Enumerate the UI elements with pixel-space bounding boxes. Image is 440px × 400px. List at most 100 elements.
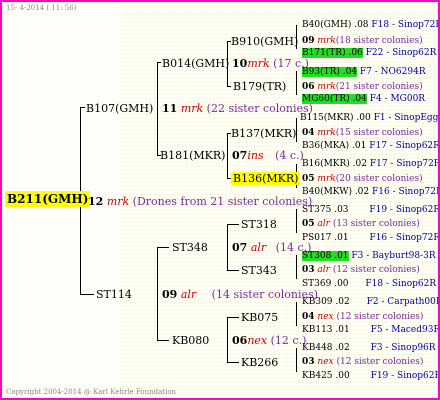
ancestor-name: KB309 .02	[302, 297, 350, 307]
tree-line	[227, 224, 228, 271]
b014-mating: mrk	[247, 57, 270, 70]
ancestor-row[interactable]: PS017 .01 F16 - Sinop72R	[302, 233, 440, 244]
ancestor-name: B40(MKW) .02	[302, 187, 370, 197]
ancestor-name: PS017 .01	[302, 233, 349, 243]
ancestor-row[interactable]: B93(TR) .04 F7 - NO6294R	[302, 67, 426, 78]
ancestor-origin: F18 - Sinop62R	[365, 279, 437, 289]
ancestor-origin: F18 - Sinop72R	[371, 20, 440, 30]
ancestor-name: B115(MKR) .00	[300, 113, 371, 123]
queen-st114[interactable]: ST114	[96, 288, 132, 301]
b137-drone-info: 04 mrk(15 sister colonies)	[302, 128, 423, 139]
st114-mating: alr	[180, 288, 197, 301]
b910-year: 09	[302, 36, 315, 46]
st114-year: 09	[162, 288, 178, 301]
queen-b107[interactable]: B107(GMH)	[86, 102, 153, 115]
tree-line	[227, 362, 239, 363]
b136-drone-info: 05 mrk(20 sister colonies)	[302, 174, 423, 185]
b181-year: 07	[232, 149, 248, 162]
b179-year: 06	[302, 82, 315, 92]
queen-b014[interactable]: B014(GMH)	[162, 57, 229, 70]
st348-mating: alr	[250, 241, 267, 254]
queen-b910[interactable]: B910(GMH)	[231, 35, 298, 48]
queen-b181[interactable]: B181(MKR)	[160, 149, 225, 162]
tree-line	[296, 255, 297, 279]
ancestor-name: ST308 .01	[302, 251, 349, 261]
ancestor-origin: F17 - Sinop62R	[369, 141, 440, 151]
tree-line	[227, 270, 239, 271]
queen-b179[interactable]: B179(TR)	[233, 80, 286, 93]
tree-line	[227, 317, 239, 318]
b014-drone-info: 10mrk (17 c.)	[232, 57, 309, 70]
queen-b136[interactable]: B136(MKR)	[231, 172, 301, 185]
tree-line	[80, 107, 85, 108]
st114-drone-info: 09 alr (14 sister colonies)	[162, 288, 318, 301]
root-queen[interactable]: B211(GMH)	[5, 191, 91, 207]
ancestor-row[interactable]: KB113 .01 F5 - Maced93R	[302, 325, 440, 336]
b136-name: B136(MKR)	[231, 172, 301, 185]
st343-mating: alr	[317, 265, 330, 275]
ancestor-row[interactable]: B115(MKR) .00 F1 - SinopEgg86R	[300, 113, 439, 124]
queen-st348[interactable]: ST348	[172, 241, 208, 254]
st318-sisters: (13 sister colonies)	[332, 219, 420, 229]
b136-mating: mrk	[317, 174, 336, 184]
root-queen-name: B211(GMH)	[5, 191, 91, 207]
tree-line	[296, 71, 297, 95]
ancestor-name: B171(TR) .06	[302, 48, 363, 58]
b137-mating: mrk	[317, 128, 336, 138]
st318-year: 05	[302, 219, 315, 229]
kb075-mating: nex	[317, 312, 334, 322]
ancestor-origin: F16 - Sinop72R	[369, 233, 440, 243]
ancestor-name: ST375 .03	[302, 205, 349, 215]
copyright-footer: Copyright 2004-2014 @ Karl Kehrle Founda…	[6, 388, 177, 396]
kb080-sisters: (12 c.)	[270, 334, 307, 347]
b181-sisters: (4 c.)	[275, 149, 304, 162]
ancestor-origin: F1 - SinopEgg86R	[373, 113, 439, 123]
b107-year: 11	[162, 102, 178, 115]
st318-mating: alr	[317, 219, 330, 229]
ancestor-origin: F19 - Sinop62R	[369, 205, 440, 215]
kb266-sisters: (12 sister colonies)	[336, 357, 424, 367]
b179-drone-info: 06 mrk(21 sister colonies)	[302, 82, 423, 93]
b136-sisters: (20 sister colonies)	[335, 174, 423, 184]
ancestor-row[interactable]: MG60(TR) .04 F4 - MG00R	[302, 94, 425, 105]
pedigree-frame: 15- 4-2014 ( 11: 56) B211(GMH) 12 mrk (D…	[0, 0, 440, 400]
ancestor-row[interactable]: ST369 .00 F18 - Sinop62R	[302, 279, 436, 290]
ancestor-row[interactable]: B36(MKA) .01 F17 - Sinop62R	[302, 141, 440, 152]
st318-drone-info: 05 alr (13 sister colonies)	[302, 219, 420, 230]
ancestor-row[interactable]: KB448 .02 F3 - Sinop96R	[302, 343, 436, 354]
st343-sisters: (12 sister colonies)	[332, 265, 420, 275]
root-mating: mrk	[106, 195, 130, 208]
ancestor-origin: F3 - Bayburt98-3R	[351, 251, 436, 261]
ancestor-name: KB113 .01	[302, 325, 350, 335]
ancestor-name: B36(MKA) .01	[302, 141, 367, 151]
tree-line	[296, 302, 297, 326]
queen-st343[interactable]: ST343	[241, 264, 277, 277]
kb266-year: 03	[302, 357, 315, 367]
kb080-year: 06	[232, 334, 248, 347]
st348-drone-info: 07 alr (14 c.)	[232, 241, 311, 254]
ancestor-row[interactable]: ST375 .03 F19 - Sinop62R	[302, 205, 440, 216]
ancestor-name: ST369 .00	[302, 279, 349, 289]
ancestor-row[interactable]: B40(MKW) .02 F16 - Sinop72R	[302, 187, 438, 198]
ancestor-row[interactable]: B40(GMH) .08 F18 - Sinop72R	[302, 20, 440, 31]
ancestor-row[interactable]: KB309 .02 F2 - Carpath00R	[302, 297, 440, 308]
ancestor-origin: F22 - Sinop62R	[365, 48, 437, 58]
queen-kb080[interactable]: KB080	[172, 334, 209, 347]
tree-line	[296, 209, 297, 233]
ancestor-row[interactable]: ST308 .01 F3 - Bayburt98-3R	[302, 251, 436, 262]
ancestor-origin: F5 - Maced93R	[370, 325, 440, 335]
ancestor-row[interactable]: B16(MKR) .02 F17 - Sinop72R	[302, 159, 438, 170]
tree-line	[157, 247, 158, 341]
b181-drone-info: 07ins (4 c.)	[232, 149, 304, 162]
queen-kb075[interactable]: KB075	[241, 311, 278, 324]
ancestor-row[interactable]: KB425 .00 F19 - Sinop62R	[302, 371, 438, 382]
queen-b137[interactable]: B137(MKR)	[231, 127, 296, 140]
ancestor-row[interactable]: B171(TR) .06 F22 - Sinop62R	[302, 48, 436, 59]
ancestor-origin: F2 - Carpath00R	[366, 297, 440, 307]
tree-line	[227, 224, 239, 225]
queen-st318[interactable]: ST318	[241, 218, 277, 231]
queen-kb266[interactable]: KB266	[241, 356, 278, 369]
kb080-drone-info: 06nex (12 c.)	[232, 334, 306, 347]
tree-line	[227, 317, 228, 363]
ancestor-origin: F3 - Sinop96R	[370, 343, 436, 353]
